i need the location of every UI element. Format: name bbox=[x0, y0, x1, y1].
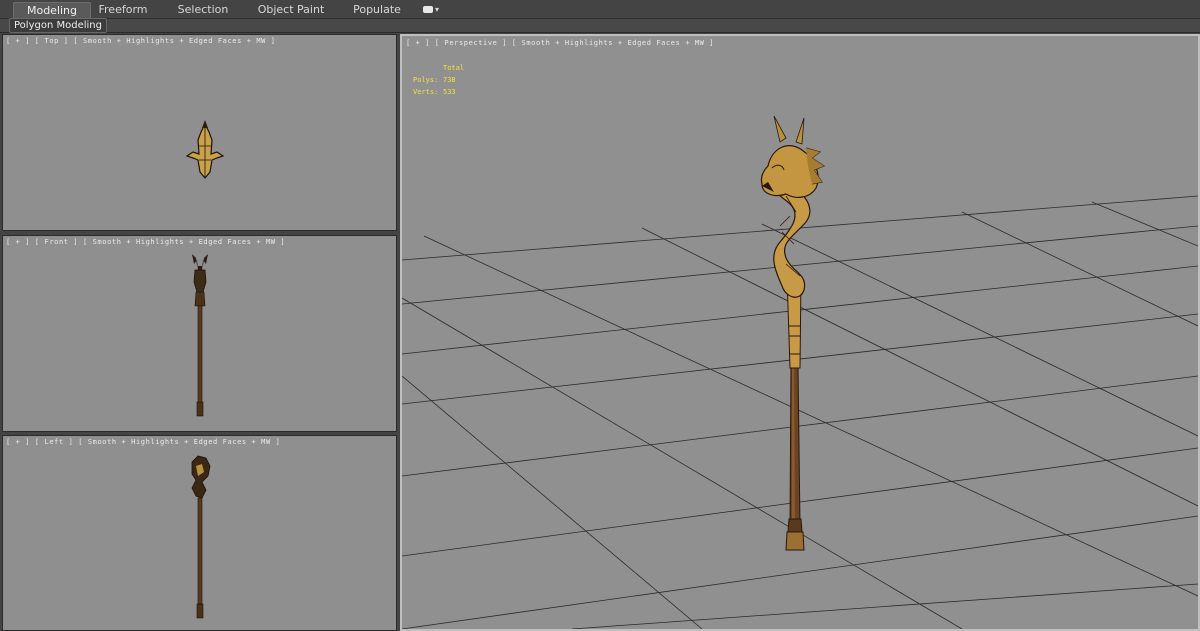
dragon-staff-model bbox=[760, 115, 826, 551]
home-grid bbox=[402, 195, 1198, 629]
tab-freeform[interactable]: Freeform bbox=[92, 2, 154, 18]
viewport-top[interactable]: [ + ] [ Top ] [ Smooth + Highlights + Ed… bbox=[2, 34, 397, 231]
front-view-model bbox=[192, 254, 208, 417]
viewport-perspective[interactable]: [ + ] [ Perspective ] [ Smooth + Highlig… bbox=[400, 34, 1200, 631]
viewport-front-label[interactable]: [ + ] [ Front ] [ Smooth + Highlights + … bbox=[6, 238, 285, 246]
left-view-model bbox=[191, 455, 211, 619]
stats-verts-label: Verts: bbox=[413, 88, 439, 96]
top-view-model bbox=[185, 120, 225, 179]
viewport-front[interactable]: [ + ] [ Front ] [ Smooth + Highlights + … bbox=[2, 235, 397, 432]
viewport-perspective-label[interactable]: [ + ] [ Perspective ] [ Smooth + Highlig… bbox=[406, 39, 714, 47]
ribbon-tab-bar: Modeling Freeform Selection Object Paint… bbox=[0, 0, 1200, 19]
stats-header: Total bbox=[443, 64, 465, 72]
viewport-left-label[interactable]: [ + ] [ Left ] [ Smooth + Highlights + E… bbox=[6, 438, 280, 446]
dropdown-arrow-icon: ▾ bbox=[434, 5, 439, 14]
polygon-modeling-tab[interactable]: Polygon Modeling bbox=[9, 18, 107, 33]
ribbon-options-icon bbox=[422, 6, 433, 13]
stats-polys-label: Polys: bbox=[413, 76, 439, 84]
tab-object-paint[interactable]: Object Paint bbox=[255, 2, 327, 18]
ribbon-panel-row: Polygon Modeling bbox=[0, 18, 1200, 33]
tab-selection[interactable]: Selection bbox=[170, 2, 236, 18]
stats-verts-value: 533 bbox=[443, 88, 456, 96]
scene-statistics: Total Polys: 738 Verts: 533 bbox=[413, 62, 464, 98]
tab-modeling[interactable]: Modeling bbox=[13, 2, 91, 18]
viewport-top-label[interactable]: [ + ] [ Top ] [ Smooth + Highlights + Ed… bbox=[6, 37, 276, 45]
stats-polys-value: 738 bbox=[443, 76, 456, 84]
perspective-scene bbox=[402, 115, 1198, 629]
ribbon-options-button[interactable]: ▾ bbox=[419, 3, 443, 16]
tab-populate[interactable]: Populate bbox=[348, 2, 406, 18]
viewport-left[interactable]: [ + ] [ Left ] [ Smooth + Highlights + E… bbox=[2, 435, 397, 631]
